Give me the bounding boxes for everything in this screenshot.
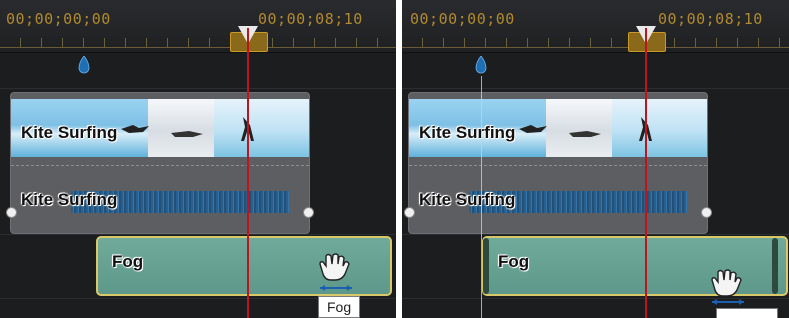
video-clip-label: Kite Surfing (21, 123, 118, 142)
audio-clip-label: Kite Surfing (419, 190, 516, 209)
track-divider (0, 88, 396, 89)
timeline-panel-after: 00;00;00;00 00;00;08;10 Kite Surfing Kit… (402, 0, 789, 318)
clip-trim-handle-right[interactable] (772, 238, 778, 294)
ruler-timecode: 00;00;08;10 (258, 10, 363, 28)
clip-separator (409, 165, 707, 166)
tooltip: Fog (318, 296, 361, 318)
clip-separator (11, 165, 309, 166)
ruler-start-timecode: 00;00;00;00 (6, 10, 111, 28)
timeline-panel-before: 00;00;00;00 00;00;08;10 Kite Surfing Kit… (0, 0, 396, 318)
volume-keyframe[interactable] (6, 207, 17, 218)
ruler-baseline (0, 47, 396, 48)
volume-keyframe[interactable] (303, 207, 314, 218)
timeline-ruler[interactable]: 00;00;00;00 00;00;08;10 (0, 0, 396, 53)
track-divider (402, 234, 789, 235)
hand-resize-cursor-icon (711, 269, 744, 305)
volume-keyframe[interactable] (701, 207, 712, 218)
video-thumbnail: Kite Surfing (11, 99, 309, 157)
effect-clip-label: Fog (112, 252, 144, 271)
video-thumbnail: Kite Surfing (409, 99, 707, 157)
playhead-line (247, 28, 249, 318)
video-audio-clip[interactable]: Kite Surfing Kite Surfing (6, 92, 314, 234)
video-audio-clip[interactable]: Kite Surfing Kite Surfing (404, 92, 712, 234)
video-clip-label: Kite Surfing (419, 123, 516, 142)
ruler-baseline (402, 47, 789, 48)
volume-keyframe[interactable] (404, 207, 415, 218)
ruler-start-timecode: 00;00;00;00 (410, 10, 515, 28)
snap-guide-line (481, 76, 482, 318)
clip-trim-handle-left[interactable] (483, 238, 489, 294)
timeline-marker-icon[interactable] (475, 56, 487, 76)
ruler-timecode: 00;00;08;10 (658, 10, 763, 28)
hand-resize-cursor-icon (319, 253, 352, 291)
timeline-marker-icon[interactable] (78, 56, 90, 76)
playhead-line (645, 28, 647, 318)
audio-clip-label: Kite Surfing (21, 190, 118, 209)
track-divider (0, 234, 396, 235)
effect-clip-label: Fog (498, 252, 530, 271)
tooltip-partial (716, 308, 778, 318)
track-divider (402, 88, 789, 89)
timeline-ruler[interactable]: 00;00;00;00 00;00;08;10 (402, 0, 789, 53)
